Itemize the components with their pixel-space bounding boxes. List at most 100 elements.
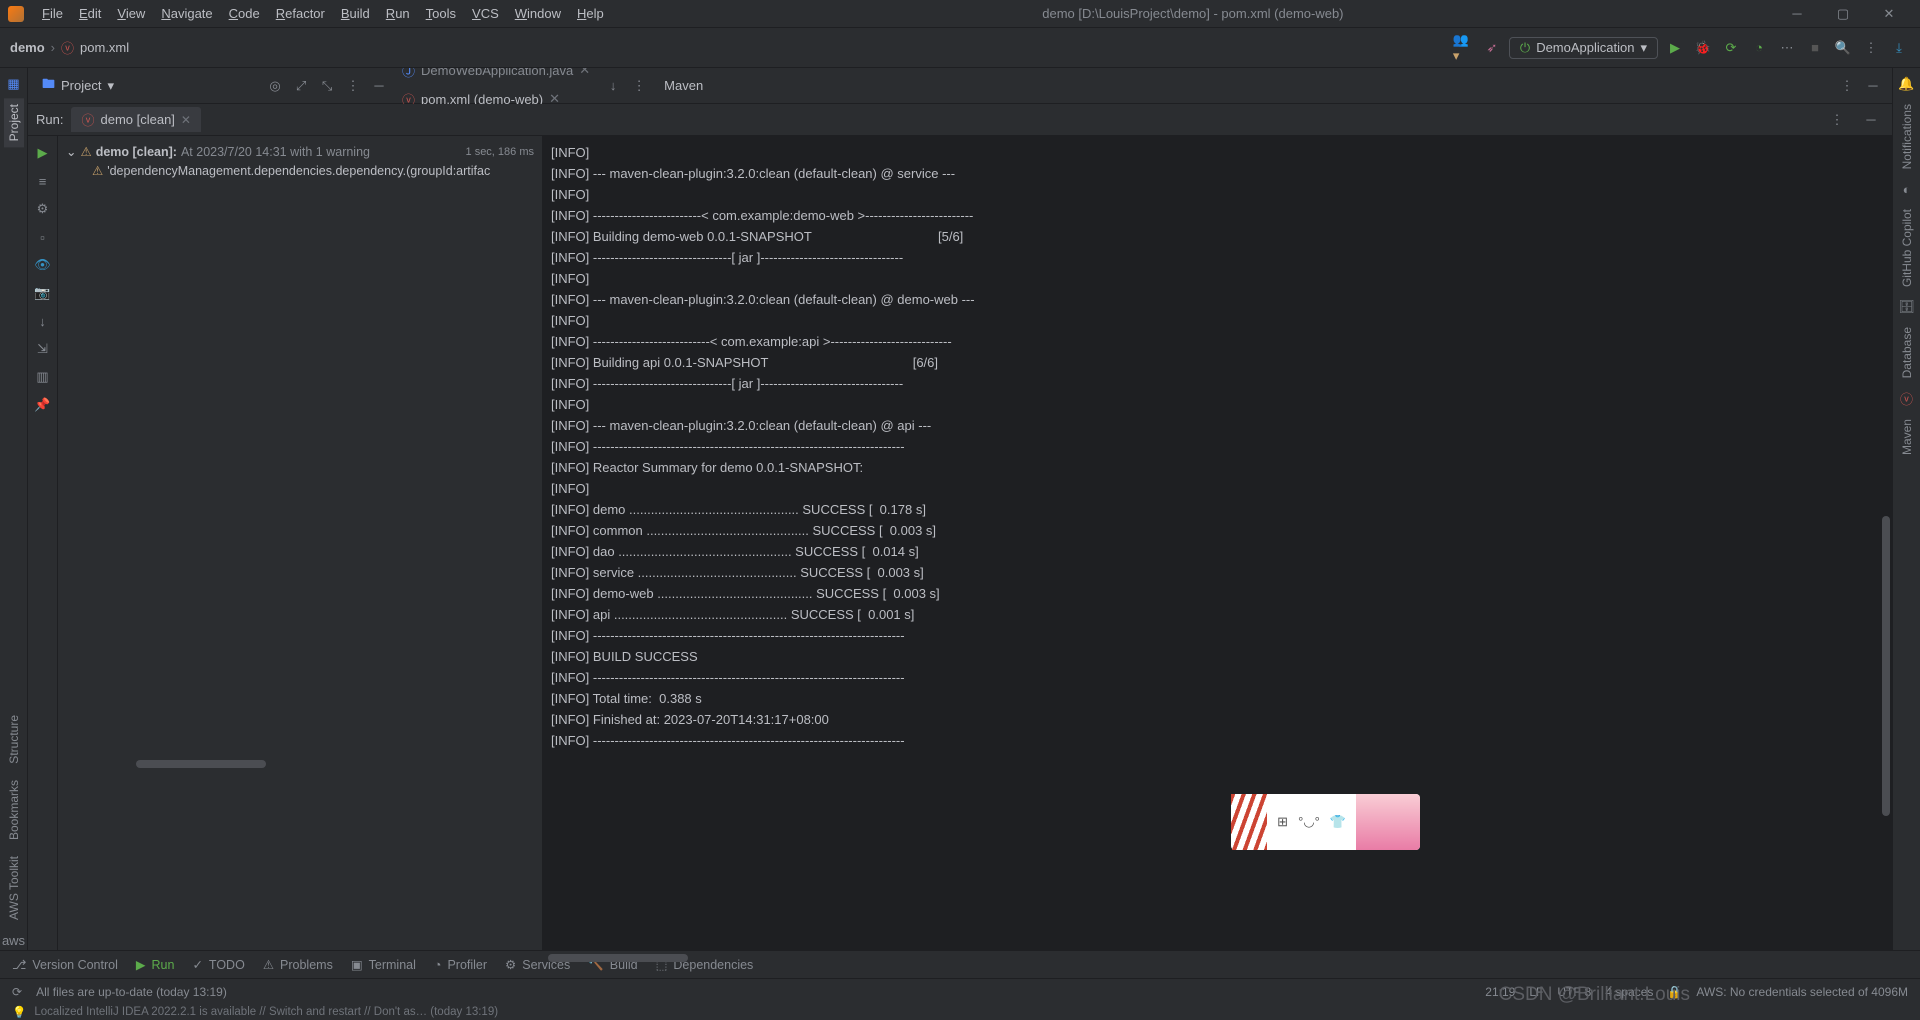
tool-label: Version Control (32, 958, 117, 972)
crumb-file: pom.xml (80, 40, 129, 55)
run-min-icon[interactable]: ─ (1860, 109, 1882, 131)
minimize-button[interactable]: ─ (1774, 0, 1820, 28)
vtab-maven[interactable]: Maven (1897, 413, 1917, 461)
menu-refactor[interactable]: Refactor (268, 4, 333, 23)
run-coverage-button[interactable]: ⟳ (1720, 37, 1742, 59)
run-actions: ▶ ≡ ⚙ ▫ 👁 📷 ↓ ⇲ ▥ 📌 (28, 136, 58, 950)
step-icon[interactable]: ⤓ (1888, 37, 1910, 59)
debug-button[interactable]: 🐞 (1692, 37, 1714, 59)
editor-tabbar: 🖿 Project ▾ ◎ ⤢ ⤡ ⋮ ─ ⓥml (api)✕ⒿDemoWeb… (28, 68, 1892, 104)
expand-icon[interactable]: ⤢ (290, 75, 312, 97)
guests-icon[interactable]: 👥▾ (1453, 37, 1475, 59)
shirt-icon[interactable]: 👕 (1330, 814, 1346, 830)
pet-avatar (1356, 794, 1420, 850)
vtab-copilot[interactable]: GitHub Copilot (1897, 203, 1917, 293)
project-selector[interactable]: 🖿 Project ▾ (34, 71, 122, 101)
menu-tools[interactable]: Tools (418, 4, 464, 23)
tree-scrollbar-thumb[interactable] (136, 760, 266, 768)
panel-min-icon[interactable]: ─ (1862, 75, 1884, 97)
vtab-bookmarks[interactable]: Bookmarks (4, 774, 24, 846)
tab-kebab-icon[interactable]: ⋮ (628, 75, 650, 97)
filter-icon[interactable]: ▫ (32, 226, 54, 248)
menu-edit[interactable]: Edit (71, 4, 109, 23)
more-run-icon[interactable]: ⋯ (1776, 37, 1798, 59)
face-icon[interactable]: °◡° (1298, 814, 1320, 830)
pin-icon[interactable]: 📌 (32, 394, 54, 416)
profile-button[interactable]: ◔ (1748, 37, 1770, 59)
menu-vcs[interactable]: VCS (464, 4, 507, 23)
menu-window[interactable]: Window (507, 4, 569, 23)
vtab-database[interactable]: Database (1897, 321, 1917, 384)
notification-text[interactable]: Localized IntelliJ IDEA 2022.2.1 is avai… (34, 1006, 498, 1018)
settings-icon[interactable]: ⚙ (32, 198, 54, 220)
menu-run[interactable]: Run (378, 4, 418, 23)
aws-icon[interactable]: aws (4, 930, 24, 950)
bottom-version-control[interactable]: ⎇Version Control (12, 957, 118, 972)
run-config-selector[interactable]: ⏻ DemoApplication ▾ (1509, 37, 1658, 59)
export-icon[interactable]: ⇲ (32, 338, 54, 360)
run-kebab-icon[interactable]: ⋮ (1826, 109, 1848, 131)
chevron-down-icon[interactable]: ⌄ (66, 144, 76, 159)
status-aws[interactable]: AWS: No credentials selected of 4096M (1696, 985, 1908, 999)
minimize-panel-icon[interactable]: ─ (368, 75, 390, 97)
bottom-todo[interactable]: ✓TODO (192, 957, 244, 972)
breadcrumb[interactable]: demo › ⓥ pom.xml (10, 38, 129, 57)
vtab-aws[interactable]: AWS Toolkit (4, 850, 24, 926)
bottom-run[interactable]: ▶Run (136, 957, 175, 972)
tool-label: Problems (280, 958, 333, 972)
console-output[interactable]: [INFO] [INFO] --- maven-clean-plugin:3.2… (543, 136, 1892, 950)
menu-view[interactable]: View (109, 4, 153, 23)
layout-icon[interactable]: ▥ (32, 366, 54, 388)
run-tab-label: demo [clean] (100, 112, 174, 127)
editor-tab[interactable]: ⒿDemoWebApplication.java✕ (392, 68, 600, 86)
tool-icon: ✓ (192, 957, 202, 972)
menu-build[interactable]: Build (333, 4, 378, 23)
panel-kebab-icon[interactable]: ⋮ (1836, 75, 1858, 97)
pet-stripe (1231, 794, 1267, 850)
close-button[interactable]: ✕ (1866, 0, 1912, 28)
close-icon[interactable]: ✕ (579, 68, 590, 78)
menu-code[interactable]: Code (221, 4, 268, 23)
camera-icon[interactable]: 📷 (32, 282, 54, 304)
rerun-button[interactable]: ▶ (32, 142, 54, 164)
console-scrollbar[interactable] (1882, 516, 1890, 816)
show-icon[interactable]: 👁 (32, 254, 54, 276)
database-icon[interactable]: 🗄 (1897, 297, 1917, 317)
menu-file[interactable]: File (34, 4, 71, 23)
close-icon[interactable]: ✕ (181, 113, 191, 127)
run-tab[interactable]: ⓥ demo [clean] ✕ (71, 107, 201, 132)
run-button[interactable]: ▶ (1664, 37, 1686, 59)
vtab-notifications[interactable]: Notifications (1897, 98, 1917, 175)
search-icon[interactable]: 🔍 (1832, 37, 1854, 59)
vtab-structure[interactable]: Structure (4, 709, 24, 770)
desktop-pet-widget[interactable]: ⊞ °◡° 👕 (1231, 794, 1420, 850)
maven-header[interactable]: Maven (652, 74, 715, 97)
collapse-icon[interactable]: ⤡ (316, 75, 338, 97)
status-sync-icon[interactable]: ⟳ (12, 985, 22, 999)
tab-scroll-icon[interactable]: ↓ (602, 75, 624, 97)
stop-action[interactable]: ≡ (32, 170, 54, 192)
compass-icon[interactable]: ➶ (1481, 37, 1503, 59)
maven-icon[interactable]: ⓥ (1897, 389, 1917, 409)
vtab-project[interactable]: Project (4, 98, 24, 147)
copilot-icon[interactable]: ◐ (1897, 179, 1917, 199)
stop-button[interactable]: ■ (1804, 37, 1826, 59)
bottom-terminal[interactable]: ▣Terminal (351, 957, 416, 972)
bottom-profiler[interactable]: ◔Profiler (434, 958, 487, 972)
tool-icon: ▶ (136, 957, 146, 972)
project-icon[interactable]: ▦ (4, 74, 24, 94)
menu-navigate[interactable]: Navigate (153, 4, 220, 23)
kebab-icon[interactable]: ⋮ (342, 75, 364, 97)
maximize-button[interactable]: ▢ (1820, 0, 1866, 28)
grid-icon[interactable]: ⊞ (1277, 814, 1288, 830)
console-h-scrollbar[interactable] (548, 954, 688, 962)
kebab-icon[interactable]: ⋮ (1860, 37, 1882, 59)
notification-icon[interactable]: 🔔 (1897, 74, 1917, 94)
menu-help[interactable]: Help (569, 4, 612, 23)
bottom-problems[interactable]: ⚠Problems (263, 957, 333, 972)
watermark: CSDN @Brilliant.Louis (1499, 984, 1690, 1006)
down-icon[interactable]: ↓ (32, 310, 54, 332)
bottom-toolbar: ⎇Version Control ▶Run ✓TODO ⚠Problems ▣Termi… (0, 950, 1920, 978)
target-icon[interactable]: ◎ (264, 75, 286, 97)
run-tree[interactable]: ⌄ ⚠ demo [clean]: At 2023/7/20 14:31 wit… (58, 136, 543, 950)
